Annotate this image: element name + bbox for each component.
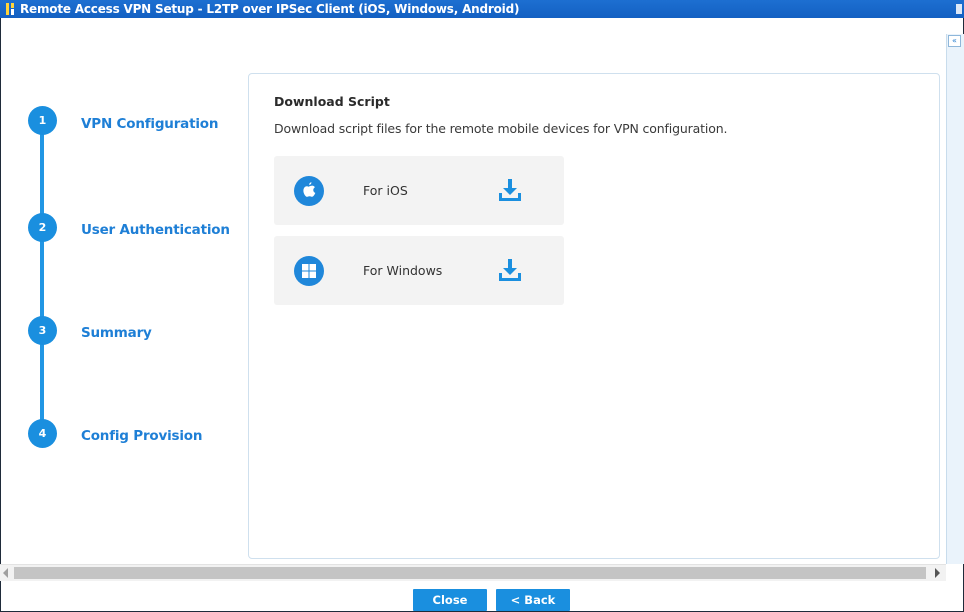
horizontal-scrollbar[interactable]	[0, 564, 946, 581]
ios-download-card: For iOS	[274, 156, 564, 225]
windows-download-icon[interactable]	[496, 256, 524, 284]
close-button[interactable]: Close	[413, 589, 487, 611]
step-4-indicator: 4	[28, 419, 57, 448]
ios-download-icon[interactable]	[496, 176, 524, 204]
scrollbar-thumb[interactable]	[14, 567, 926, 579]
wizard-steps: 1 VPN Configuration 2 User Authenticatio…	[0, 0, 240, 560]
step-3-indicator: 3	[28, 316, 57, 345]
step-label-user-authentication[interactable]: User Authentication	[81, 222, 230, 238]
right-side-rail	[946, 34, 964, 564]
windows-icon	[294, 256, 324, 286]
step-1-indicator: 1	[28, 106, 57, 135]
back-button[interactable]: < Back	[496, 589, 570, 611]
scroll-right-icon[interactable]	[935, 568, 940, 578]
step-2-indicator: 2	[28, 213, 57, 242]
windows-label: For Windows	[363, 263, 443, 278]
step-label-summary[interactable]: Summary	[81, 325, 152, 341]
panel-title: Download Script	[274, 94, 390, 109]
apple-icon	[294, 176, 324, 206]
step-label-vpn-configuration[interactable]: VPN Configuration	[81, 116, 218, 132]
steps-track	[40, 122, 44, 438]
download-script-panel	[248, 73, 940, 559]
panel-description: Download script files for the remote mob…	[274, 121, 728, 136]
scroll-left-icon[interactable]	[3, 568, 8, 578]
ios-label: For iOS	[363, 183, 408, 198]
window-edge-icon	[956, 4, 962, 14]
windows-download-card: For Windows	[274, 236, 564, 305]
collapse-panel-icon[interactable]: «	[948, 35, 961, 47]
step-label-config-provision[interactable]: Config Provision	[81, 428, 202, 444]
